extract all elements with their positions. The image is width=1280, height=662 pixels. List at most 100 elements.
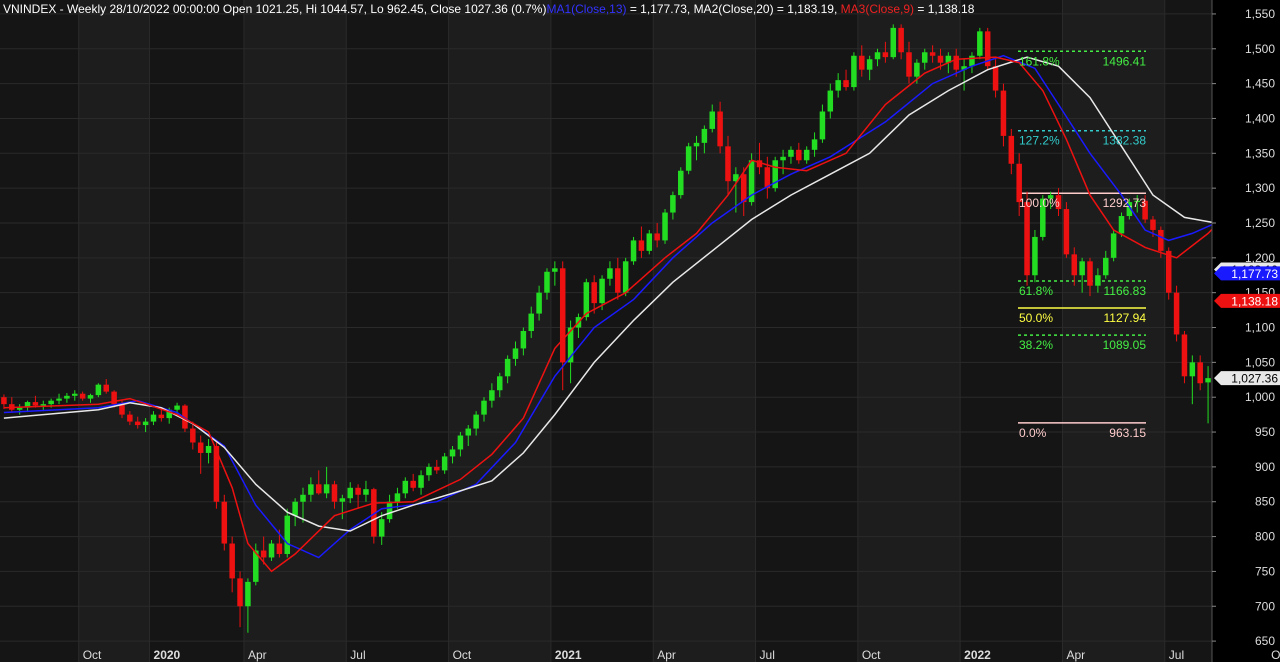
price-tick-label: 750 (1255, 564, 1275, 578)
candle-body (520, 331, 527, 349)
candle-body (898, 27, 904, 53)
candle-body (552, 268, 558, 272)
candle (1032, 229, 1038, 283)
price-tag-label: 1,027.36 (1231, 372, 1278, 386)
candle-body (796, 149, 802, 161)
candle-body (882, 52, 889, 58)
price-tick-label: 1,300 (1245, 181, 1275, 195)
candle-body (827, 90, 834, 112)
price-tick-label: 1,100 (1245, 321, 1275, 335)
candle-body (434, 466, 440, 471)
candle-body (709, 111, 716, 129)
candle-body (693, 142, 700, 147)
price-tick-label: 1,550 (1245, 7, 1275, 21)
candle-body (331, 484, 338, 502)
candle-body (528, 313, 534, 331)
candle-body (402, 480, 409, 494)
candle-body (441, 456, 448, 471)
candle-body (355, 487, 361, 495)
candle-body (174, 405, 180, 410)
candle-body (134, 421, 141, 426)
time-axis-label: Oct (862, 648, 881, 662)
fib-value-label: 1089.05 (1103, 338, 1147, 352)
time-axis-label: Jul (760, 648, 775, 662)
header-ma2-value: = 1,183.19, (774, 2, 841, 16)
candle-body (40, 404, 47, 406)
period-band (857, 0, 961, 662)
candle-body (1118, 216, 1125, 234)
header-symbol: VNINDEX - Weekly 28/10/2022 00:00:00 Ope… (3, 2, 546, 16)
candle-body (237, 578, 243, 607)
time-axis-label: Jul (1169, 648, 1184, 662)
candle-body (119, 404, 125, 415)
candle-body (921, 52, 928, 63)
candle-body (1087, 261, 1093, 286)
candle-body (95, 384, 102, 396)
candle-body (685, 146, 692, 171)
candle-body (426, 466, 432, 476)
price-tag: 1,027.36 (1214, 371, 1280, 386)
price-tick-label: 700 (1255, 599, 1275, 613)
time-axis-label: 2021 (555, 648, 582, 662)
period-band (78, 0, 150, 662)
candle (662, 209, 668, 244)
candle-body (504, 358, 511, 377)
candle (630, 236, 637, 265)
candle-body (339, 498, 346, 502)
candle-body (843, 80, 849, 88)
candle-body (284, 515, 291, 554)
candle (1110, 229, 1117, 262)
price-chart[interactable]: 161.8% 1496.41 127.2% 1382.38 100.0% 1292.73 6… (0, 0, 1280, 662)
candle-body (1189, 362, 1196, 377)
candle-body (16, 407, 23, 410)
price-tick-label: 1,050 (1245, 355, 1275, 369)
price-tick-label: 850 (1255, 495, 1275, 509)
candle-body (1165, 250, 1172, 293)
candle-body (394, 493, 401, 502)
candle-body (64, 395, 70, 399)
price-tag: 1,177.73 (1214, 266, 1280, 281)
candle (851, 52, 857, 91)
candle-body (449, 449, 456, 457)
header-ma2-label: MA2(Close,20) (694, 2, 774, 16)
candle-body (260, 550, 267, 558)
candle-body (638, 240, 645, 251)
period-band (1062, 0, 1165, 662)
price-tick-label: 800 (1255, 530, 1275, 544)
candle-body (874, 52, 881, 60)
candle-body (512, 348, 519, 359)
candle-body (544, 271, 550, 293)
price-tick-label: 900 (1255, 460, 1275, 474)
candle-body (992, 66, 999, 91)
time-axis-label: Apr (248, 648, 267, 662)
candle-body (1095, 275, 1101, 286)
candle-body (1008, 135, 1015, 164)
candle-body (1150, 219, 1156, 230)
candle-body (473, 414, 479, 429)
candle-body (662, 212, 668, 241)
candle-body (717, 111, 723, 147)
price-tag: 1,138.18 (1214, 293, 1280, 308)
fib-value-label: 963.15 (1109, 426, 1146, 440)
header-ma3-label: MA3(Close,9) (841, 2, 914, 16)
price-tick-label: 1,500 (1245, 42, 1275, 56)
price-tag-label: 1,138.18 (1231, 294, 1278, 308)
candle-body (803, 149, 810, 161)
price-tick-label: 1,450 (1245, 77, 1275, 91)
candle-body (725, 146, 731, 182)
time-axis-label: Apr (1066, 648, 1085, 662)
candle-body (378, 519, 385, 537)
candle-body (32, 402, 39, 406)
time-axis-label: Oct (453, 648, 472, 662)
time-axis-label: Apr (657, 648, 676, 662)
candle-body (1102, 257, 1109, 276)
candle-body (835, 80, 841, 91)
fib-percent-label: 127.2% (1019, 134, 1060, 148)
candle-body (79, 393, 86, 399)
header-ma3-value: = 1,138.18 (914, 2, 975, 16)
candle-body (496, 376, 503, 391)
fib-percent-label: 100.0% (1019, 196, 1060, 210)
candle-body (1197, 362, 1203, 384)
candle-body (229, 543, 235, 579)
candle (284, 508, 291, 558)
